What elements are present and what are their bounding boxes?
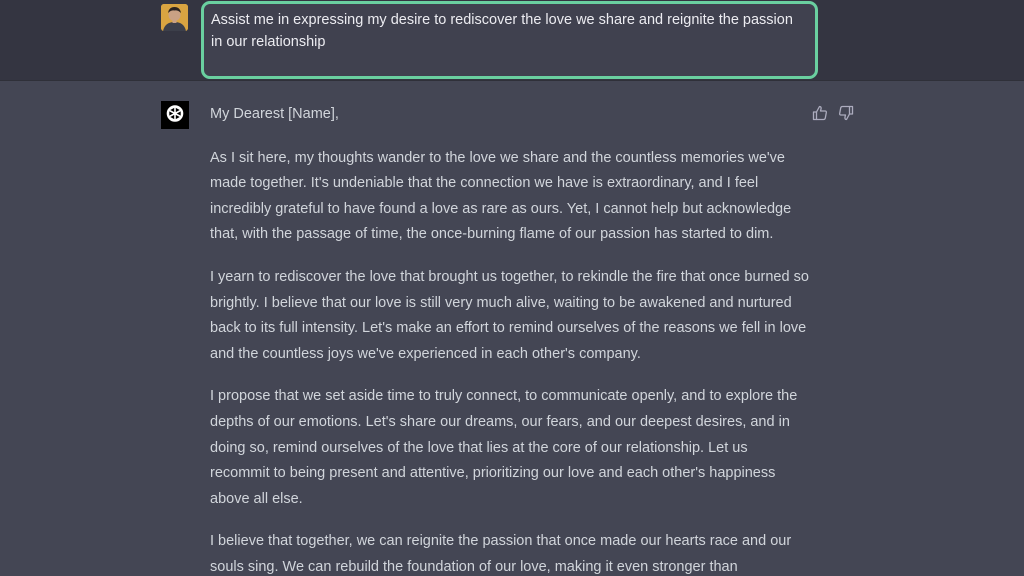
prompt-message[interactable]: Assist me in expressing my desire to red…	[201, 1, 818, 79]
user-message-row: Assist me in expressing my desire to red…	[0, 0, 1024, 81]
chat-page: Assist me in expressing my desire to red…	[0, 0, 1024, 576]
openai-logo-icon	[161, 101, 189, 129]
response-paragraph: I yearn to rediscover the love that brou…	[210, 268, 809, 362]
thumbs-down-icon[interactable]	[838, 105, 854, 121]
user-avatar-icon	[161, 4, 188, 31]
prompt-text: Assist me in expressing my desire to red…	[211, 12, 793, 50]
response-paragraph: I believe that together, we can reignite…	[210, 533, 792, 575]
thumbs-up-icon[interactable]	[812, 105, 828, 121]
assistant-response: My Dearest [Name], As I sit here, my tho…	[210, 102, 810, 576]
response-paragraph: I propose that we set aside time to trul…	[210, 388, 798, 507]
response-paragraph: As I sit here, my thoughts wander to the…	[210, 149, 792, 243]
letter-greeting: My Dearest [Name],	[210, 106, 339, 122]
